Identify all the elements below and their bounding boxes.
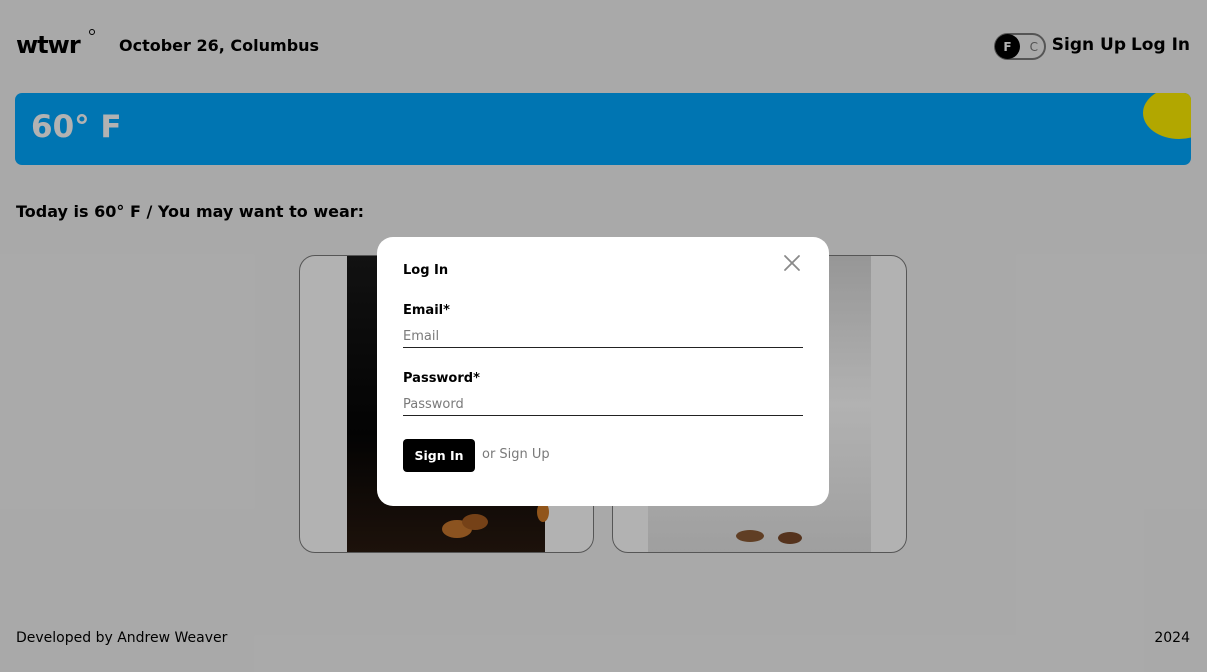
sign-in-button[interactable]: Sign In	[403, 439, 475, 472]
close-button[interactable]	[782, 253, 802, 273]
password-label: Password*	[403, 371, 480, 386]
login-modal: Log In Email* Password* Sign In or Sign …	[377, 237, 829, 506]
modal-title: Log In	[403, 263, 449, 278]
email-field[interactable]	[403, 326, 803, 348]
password-field[interactable]	[403, 394, 803, 416]
email-label: Email*	[403, 303, 450, 318]
close-icon	[784, 255, 800, 271]
or-signup-link[interactable]: or Sign Up	[482, 447, 550, 462]
